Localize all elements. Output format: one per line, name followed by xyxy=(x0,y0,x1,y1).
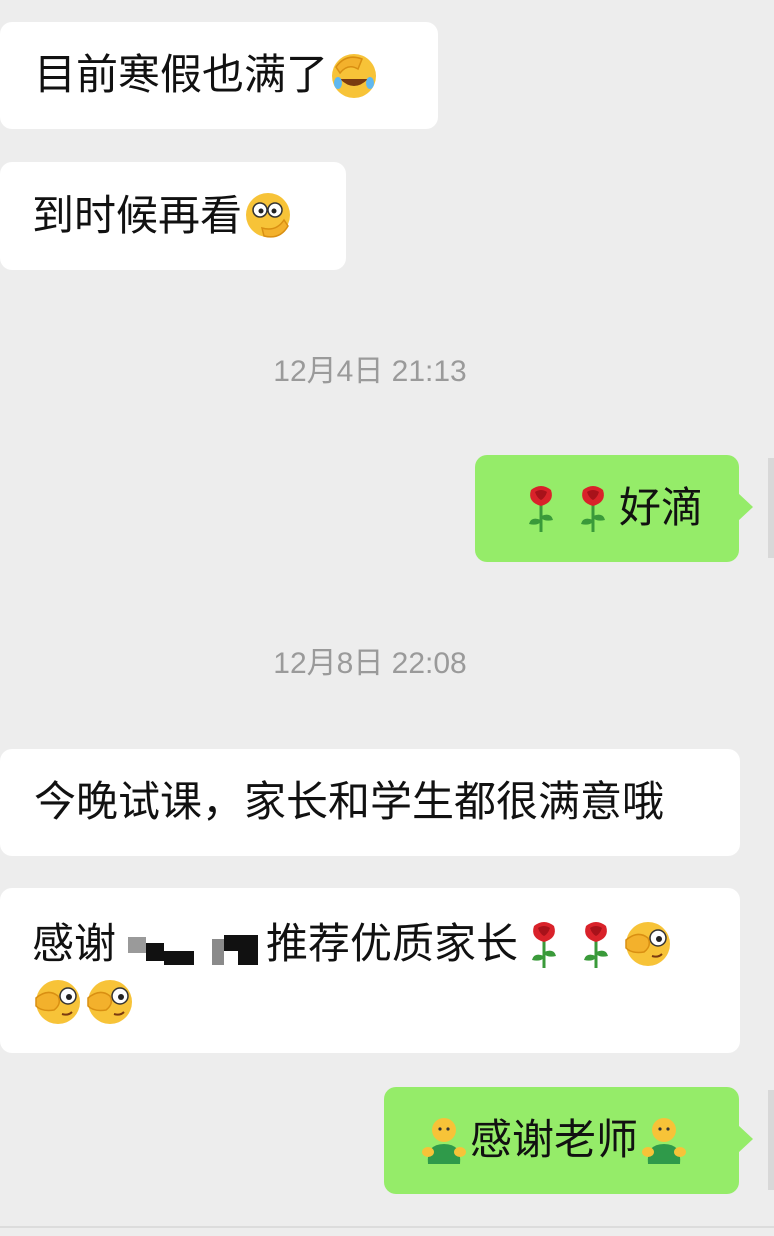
green-person-icon xyxy=(638,1114,690,1166)
rose-icon xyxy=(518,918,570,970)
redacted-name xyxy=(116,921,266,967)
rose-icon xyxy=(570,918,622,970)
message-bubble-outgoing[interactable]: 感谢老师 xyxy=(384,1087,753,1194)
rose-icon xyxy=(515,482,567,534)
message-text: 今晚试课，家长和学生都很满意哦 xyxy=(34,777,665,826)
message-text-prefix: 感谢 xyxy=(32,919,117,968)
rose-icon xyxy=(567,482,619,534)
message-bubble-incoming[interactable]: 感谢 推荐优质家长 xyxy=(0,888,740,1053)
message-bubble-outgoing[interactable]: 好滴 xyxy=(475,455,753,562)
message-text-suffix: 推荐优质家长 xyxy=(266,919,519,968)
message-text: 感谢老师 xyxy=(470,1115,639,1164)
peek-face-icon xyxy=(32,976,84,1028)
message-text: 到时候再看 xyxy=(32,191,243,240)
message-bubble-incoming[interactable]: 到时候再看 xyxy=(0,162,346,270)
green-person-icon xyxy=(418,1114,470,1166)
timestamp: 12月4日 21:13 xyxy=(273,355,467,388)
divider xyxy=(0,1226,774,1228)
message-text: 目前寒假也满了 xyxy=(34,50,329,99)
timestamp: 12月8日 22:08 xyxy=(273,647,467,680)
avatar-edge xyxy=(768,458,774,558)
face-palm-laughing-icon xyxy=(328,49,380,101)
thinking-face-icon xyxy=(242,190,294,242)
peek-face-icon xyxy=(622,918,674,970)
message-bubble-incoming[interactable]: 今晚试课，家长和学生都很满意哦 xyxy=(0,749,740,856)
avatar-edge xyxy=(768,1090,774,1190)
message-text: 好滴 xyxy=(619,483,704,532)
message-bubble-incoming[interactable]: 目前寒假也满了 xyxy=(0,22,438,129)
peek-face-icon xyxy=(84,976,136,1028)
